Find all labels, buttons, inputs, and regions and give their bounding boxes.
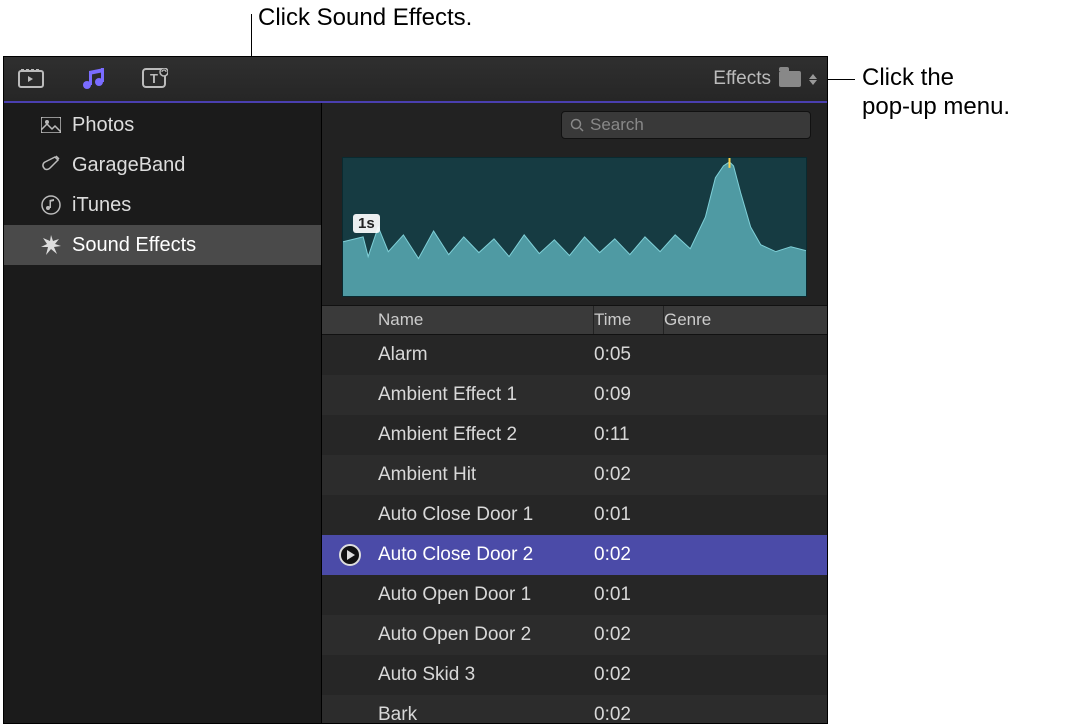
column-header-genre[interactable]: Genre	[664, 306, 827, 334]
row-name: Ambient Effect 2	[378, 424, 594, 446]
row-name: Ambient Effect 1	[378, 384, 594, 406]
column-header-name[interactable]: Name	[378, 306, 594, 334]
row-time: 0:09	[594, 384, 664, 406]
callout-right-line2: pop-up menu.	[862, 93, 1010, 122]
row-name: Auto Open Door 2	[378, 624, 594, 646]
main-panel: 1s Name Time Genre Alarm0:05Ambient Effe…	[322, 103, 827, 723]
row-time: 0:02	[594, 624, 664, 646]
callout-right: Click the pop-up menu.	[862, 64, 1010, 122]
table-row[interactable]: Auto Open Door 20:02	[322, 615, 827, 655]
search-bar	[322, 103, 827, 147]
row-name: Ambient Hit	[378, 464, 594, 486]
search-field[interactable]	[561, 111, 811, 139]
row-name: Auto Skid 3	[378, 664, 594, 686]
sidebar-item-label: GarageBand	[72, 154, 185, 177]
table-row[interactable]: Ambient Effect 20:11	[322, 415, 827, 455]
titles-library-icon[interactable]: T	[138, 64, 172, 94]
svg-text:T: T	[150, 71, 158, 86]
burst-icon	[40, 234, 62, 256]
sidebar-item-photos[interactable]: Photos	[4, 105, 321, 145]
callout-top: Click Sound Effects.	[258, 4, 472, 33]
row-name: Auto Open Door 1	[378, 584, 594, 606]
row-name: Alarm	[378, 344, 594, 366]
sidebar-item-label: iTunes	[72, 194, 131, 217]
row-name: Bark	[378, 704, 594, 723]
waveform-time-label: 1s	[353, 214, 380, 233]
callout-top-text: Click Sound Effects.	[258, 4, 472, 31]
row-time: 0:05	[594, 344, 664, 366]
table-rows: Alarm0:05Ambient Effect 10:09Ambient Eff…	[322, 335, 827, 723]
table-row[interactable]: Bark0:02	[322, 695, 827, 723]
row-name: Auto Close Door 1	[378, 504, 594, 526]
table-header: Name Time Genre	[322, 305, 827, 335]
row-time: 0:02	[594, 464, 664, 486]
callout-right-line1: Click the	[862, 64, 1010, 93]
row-time: 0:02	[594, 664, 664, 686]
row-time: 0:01	[594, 584, 664, 606]
waveform-preview[interactable]: 1s	[342, 157, 807, 297]
sidebar: Photos GarageBand iTunes Sound Effects	[4, 103, 322, 723]
music-note-icon	[40, 194, 62, 216]
media-library-icon[interactable]	[14, 64, 48, 94]
sidebar-item-itunes[interactable]: iTunes	[4, 185, 321, 225]
row-play-cell	[322, 544, 378, 566]
row-time: 0:02	[594, 704, 664, 723]
column-header-time[interactable]: Time	[594, 306, 664, 334]
app-window: T Effects Photos GarageBand	[3, 56, 828, 724]
sidebar-item-sound-effects[interactable]: Sound Effects	[4, 225, 321, 265]
table-row[interactable]: Auto Close Door 10:01	[322, 495, 827, 535]
search-icon	[570, 118, 584, 132]
row-name: Auto Close Door 2	[378, 544, 594, 566]
table-row[interactable]: Auto Open Door 10:01	[322, 575, 827, 615]
row-time: 0:11	[594, 424, 664, 446]
popup-label: Effects	[713, 68, 771, 90]
toolbar: T Effects	[4, 57, 827, 103]
sidebar-item-label: Photos	[72, 114, 134, 137]
table-row[interactable]: Auto Close Door 20:02	[322, 535, 827, 575]
row-time: 0:01	[594, 504, 664, 526]
effects-popup-menu[interactable]: Effects	[713, 68, 817, 90]
sidebar-item-garageband[interactable]: GarageBand	[4, 145, 321, 185]
sidebar-item-label: Sound Effects	[72, 234, 196, 257]
search-input[interactable]	[590, 115, 811, 135]
guitar-icon	[40, 154, 62, 176]
audio-library-icon[interactable]	[76, 64, 110, 94]
waveform-preview-area: 1s	[322, 147, 827, 305]
table-row[interactable]: Ambient Effect 10:09	[322, 375, 827, 415]
table-row[interactable]: Alarm0:05	[322, 335, 827, 375]
table-row[interactable]: Auto Skid 30:02	[322, 655, 827, 695]
table-row[interactable]: Ambient Hit0:02	[322, 455, 827, 495]
photos-icon	[40, 114, 62, 136]
folder-icon	[779, 71, 801, 87]
chevron-updown-icon	[809, 74, 817, 85]
row-time: 0:02	[594, 544, 664, 566]
play-button[interactable]	[339, 544, 361, 566]
